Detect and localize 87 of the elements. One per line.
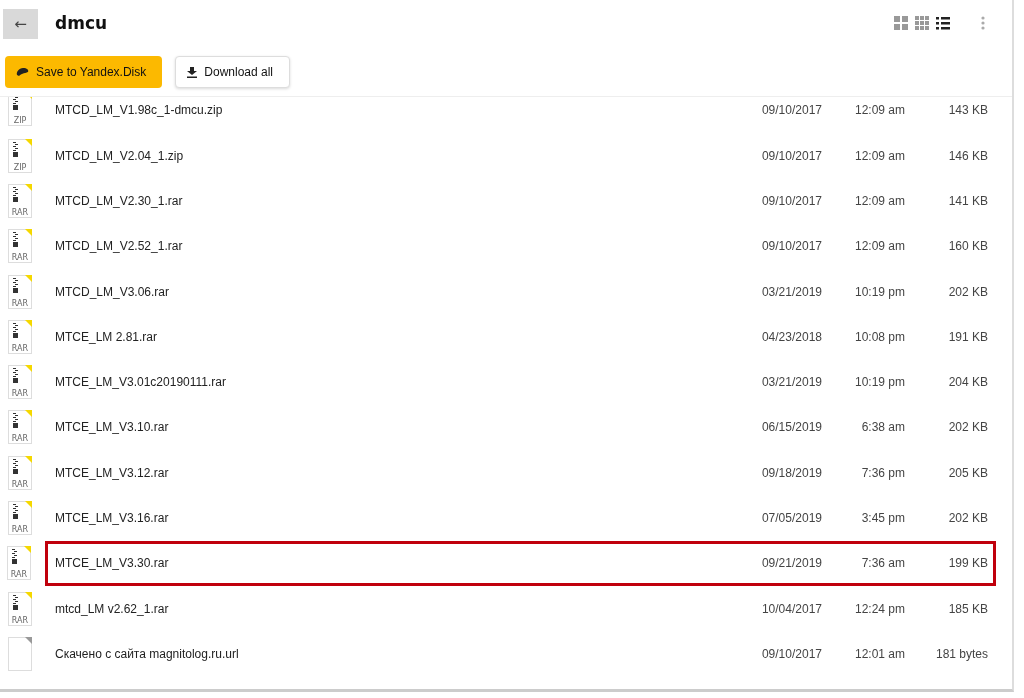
download-icon [187,66,198,78]
file-size: 141 KB [947,193,988,208]
file-name[interactable]: MTCE_LM_V3.10.rar [55,420,732,435]
file-time: 3:45 pm [860,511,905,525]
file-row[interactable]: RAR MTCE_LM_V3.12.rar 09/18/2019 7:36 pm 205 KB [5,450,998,496]
file-time: 10:08 pm [853,329,905,344]
file-name[interactable]: MTCD_LM_V3.06.rar [55,284,732,299]
file-time: 7:36 am [860,556,905,571]
file-size: 185 KB [947,601,988,616]
file-time: 10:19 pm [853,284,905,299]
file-name[interactable]: Скачено с сайта magnitolog.ru.url [55,646,732,661]
archive-file-icon: ZIP [8,138,32,173]
file-row[interactable]: RAR MTCD_LM_V3.06.rar 03/21/2019 10:19 pm 202 KB [5,268,998,315]
file-name[interactable]: MTCD_LM_V1.98c_1-dmcu.zip [55,103,732,117]
file-date: 09/10/2017 [760,148,822,163]
archive-file-icon: RAR [8,501,32,535]
file-name[interactable]: MTCE_LM 2.81.rar [55,329,732,344]
file-size: 143 KB [947,103,988,117]
archive-file-icon: RAR [8,365,32,400]
file-size: 202 KB [947,284,988,299]
archive-file-icon: RAR [8,319,32,354]
file-name[interactable]: mtcd_LM v2.62_1.rar [55,601,732,616]
archive-file-icon: RAR [8,591,32,626]
file-date: 04/23/2018 [760,329,822,344]
disk-logo-icon [16,67,29,77]
file-date: 06/15/2019 [760,420,822,435]
file-size: 191 KB [947,329,988,344]
file-row[interactable]: RAR MTCD_LM_V2.30_1.rar 09/10/2017 12:09 am 141 KB [5,178,998,224]
large-grid-view-icon[interactable] [894,15,908,30]
file-row[interactable]: RAR MTCD_LM_V2.52_1.rar 09/10/2017 12:09 am 160 KB [5,223,998,269]
file-date: 10/04/2017 [760,601,822,616]
file-time: 12:09 am [853,103,905,117]
file-name[interactable]: MTCD_LM_V2.30_1.rar [55,193,732,208]
file-row[interactable]: RAR MTCE_LM_V3.01c20190111.rar 03/21/2019 10:19 pm 204 KB [5,359,998,405]
folder-title: dmcu [55,12,108,33]
file-size: 199 KB [947,556,988,571]
file-row[interactable]: Скачено с сайта magnitolog.ru.url 09/10/2017 12:01 am 181 bytes [5,631,998,677]
file-time: 12:09 am [853,193,905,208]
file-row[interactable]: RAR MTCE_LM_V3.16.rar 07/05/2019 3:45 pm 202 KB [5,495,998,541]
file-size: 160 KB [947,239,988,254]
back-button[interactable]: ← [3,8,38,39]
file-size: 204 KB [947,375,988,390]
file-size: 202 KB [947,511,988,525]
more-options-icon[interactable] [981,15,985,30]
file-date: 09/21/2019 [760,556,822,571]
file-row[interactable]: RAR MTCE_LM_V3.10.rar 06/15/2019 6:38 am 202 KB [5,404,998,451]
file-time: 7:36 pm [860,465,905,480]
file-row[interactable]: RAR mtcd_LM v2.62_1.rar 10/04/2017 12:24 pm 185 KB [5,585,998,632]
list-view-icon[interactable] [936,15,950,30]
file-time: 10:19 pm [853,375,905,390]
file-size: 205 KB [947,465,988,480]
save-to-disk-button[interactable]: Save to Yandex.Disk [5,56,163,88]
archive-file-icon: RAR [8,274,32,309]
file-name[interactable]: MTCD_LM_V2.04_1.zip [55,148,732,163]
file-date: 09/10/2017 [760,103,822,117]
file-name[interactable]: MTCE_LM_V3.12.rar [55,465,732,480]
file-name[interactable]: MTCE_LM_V3.01c20190111.rar [55,375,732,390]
small-grid-view-icon[interactable] [915,15,929,30]
document-file-icon [8,636,32,671]
file-row[interactable]: ZIP MTCD_LM_V2.04_1.zip 09/10/2017 12:09 am 146 KB [5,133,998,179]
file-date: 09/10/2017 [760,239,822,254]
file-date: 09/10/2017 [760,193,822,208]
archive-file-icon: RAR [8,183,32,218]
archive-file-icon: RAR [8,410,32,445]
file-date: 09/18/2019 [760,465,822,480]
file-size: 181 bytes [934,646,988,661]
file-time: 6:38 am [860,420,905,435]
file-size: 202 KB [947,420,988,435]
file-size: 146 KB [947,148,988,163]
file-date: 07/05/2019 [760,511,822,525]
file-name[interactable]: MTCE_LM_V3.16.rar [55,511,732,525]
file-time: 12:09 am [853,239,905,254]
archive-file-icon: ZIP [8,97,32,126]
file-name[interactable]: MTCD_LM_V2.52_1.rar [55,239,732,254]
archive-file-icon: RAR [8,455,32,490]
archive-file-icon: RAR [7,546,31,581]
file-row[interactable]: ZIP MTCD_LM_V1.98c_1-dmcu.zip 09/10/2017 12:09 am 143 KB [5,97,998,133]
file-date: 03/21/2019 [760,284,822,299]
file-row[interactable]: RAR MTCE_LM 2.81.rar 04/23/2018 10:08 pm 191 KB [5,314,998,360]
file-date: 03/21/2019 [760,375,822,390]
file-name[interactable]: MTCE_LM_V3.30.rar [55,556,732,571]
download-all-button[interactable]: Download all [175,56,290,88]
file-time: 12:24 pm [853,601,905,616]
archive-file-icon: RAR [8,229,32,264]
file-date: 09/10/2017 [760,646,822,661]
file-time: 12:01 am [853,646,905,661]
file-time: 12:09 am [853,148,905,163]
